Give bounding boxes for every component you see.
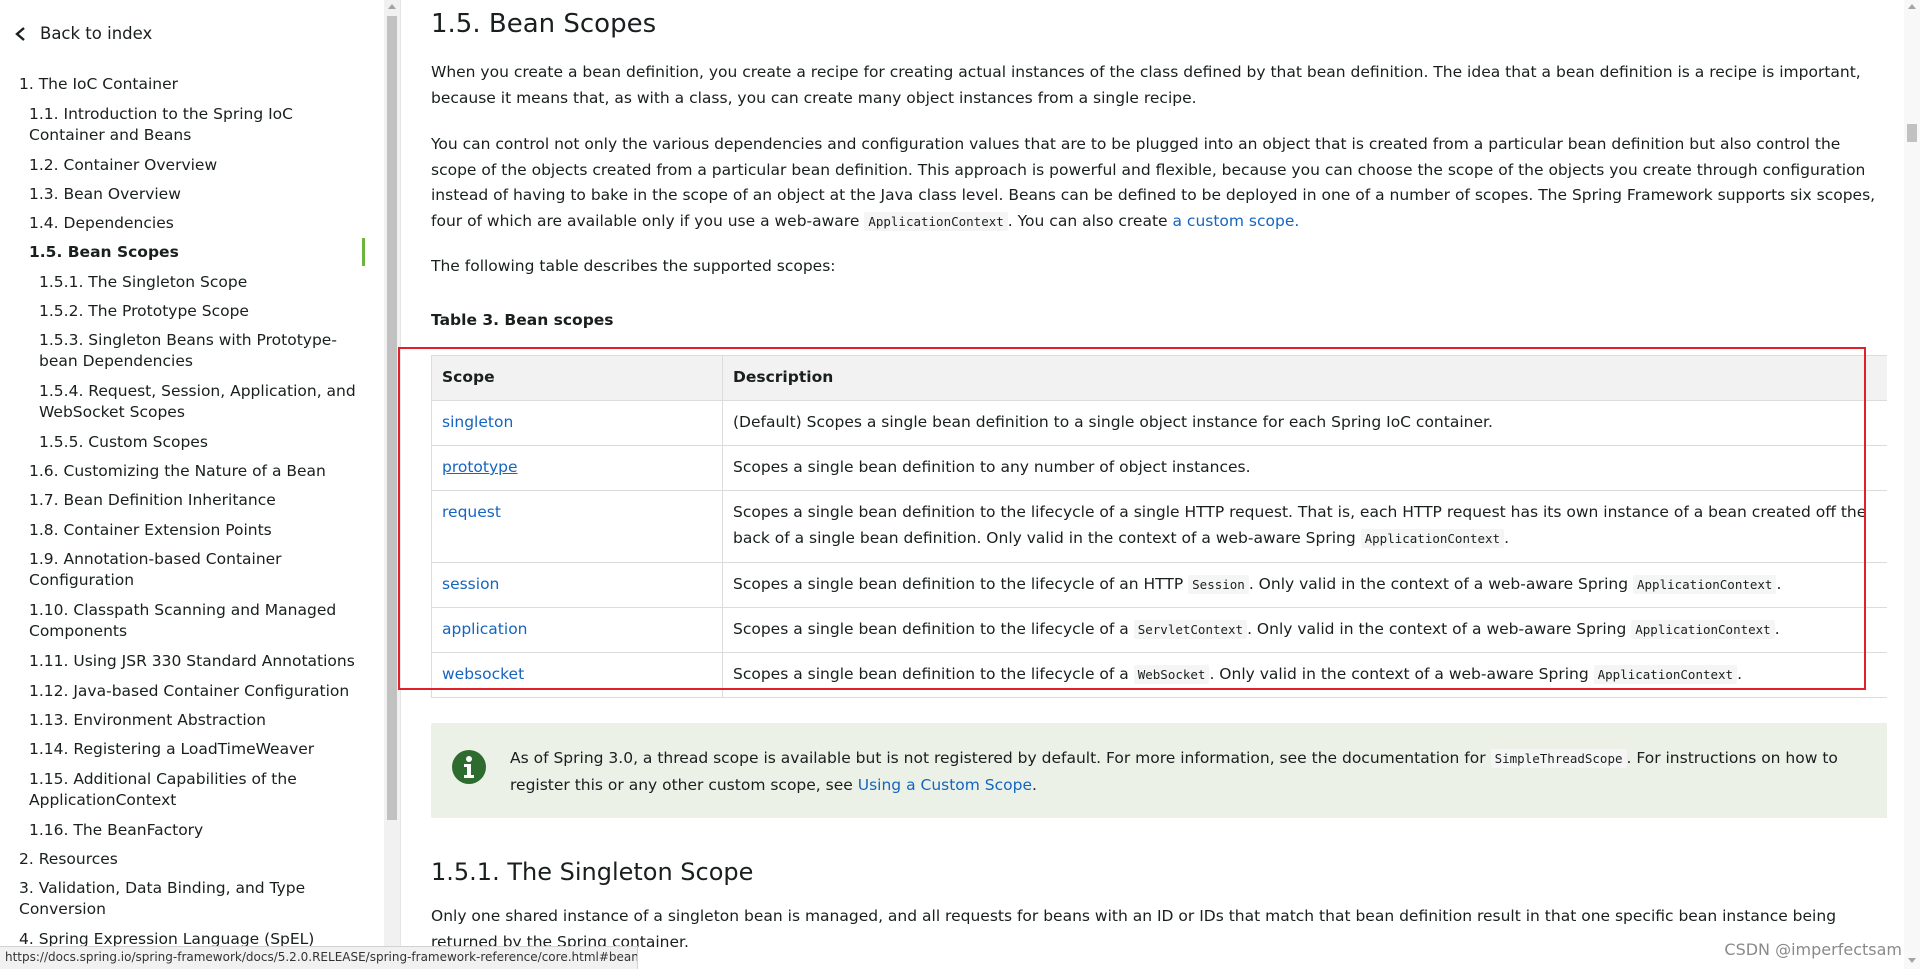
toc-item-1-9[interactable]: 1.9. Annotation-based Container Configur…	[29, 549, 359, 591]
desc-request-code: ApplicationContext	[1360, 528, 1505, 548]
toc-item-1-1[interactable]: 1.1. Introduction to the Spring IoC Cont…	[29, 104, 359, 146]
table-row: application Scopes a single bean definit…	[431, 607, 1887, 653]
note-text-after: .	[1032, 776, 1037, 794]
toc-item-1-5-2[interactable]: 1.5.2. The Prototype Scope	[39, 301, 359, 322]
desc-session-mid: . Only valid in the context of a web-awa…	[1248, 575, 1629, 593]
main-content: 1.5. Bean Scopes When you create a bean …	[431, 0, 1887, 969]
desc-websocket-mid: . Only valid in the context of a web-awa…	[1209, 665, 1589, 683]
table-caption: Table 3. Bean scopes	[431, 311, 614, 329]
scope-link-application[interactable]: application	[442, 620, 528, 638]
toc-item-1-5-active[interactable]: 1.5. Bean Scopes	[29, 242, 359, 263]
intro-paragraph-2: You can control not only the various dep…	[431, 132, 1887, 234]
desc-application-text: Scopes a single bean definition to the l…	[733, 620, 1129, 638]
scope-link-websocket[interactable]: websocket	[442, 665, 524, 683]
intro-p2-mid: . You can also create	[1007, 211, 1168, 230]
toc-item-validation[interactable]: 3. Validation, Data Binding, and Type Co…	[19, 878, 319, 920]
toc-item-1-10[interactable]: 1.10. Classpath Scanning and Managed Com…	[29, 600, 359, 642]
toc-item-ioc-container[interactable]: 1. The IoC Container	[19, 74, 359, 95]
desc-prototype: Scopes a single bean definition to any n…	[722, 445, 1887, 491]
toc-item-resources[interactable]: 2. Resources	[19, 849, 359, 870]
desc-application-code2: ApplicationContext	[1631, 620, 1775, 639]
table-row: websocket Scopes a single bean definitio…	[431, 652, 1887, 698]
table-row: session Scopes a single bean definition …	[431, 562, 1887, 608]
toc-item-1-8[interactable]: 1.8. Container Extension Points	[29, 520, 359, 541]
info-admonition: As of Spring 3.0, a thread scope is avai…	[431, 723, 1887, 818]
header-description: Description	[722, 355, 1887, 401]
desc-application-code1: ServletContext	[1133, 620, 1248, 639]
scroll-up-arrow-icon[interactable]	[388, 4, 396, 9]
desc-request-end: .	[1504, 528, 1510, 547]
toc-item-1-13[interactable]: 1.13. Environment Abstraction	[29, 710, 359, 731]
chevron-left-icon	[15, 26, 25, 41]
toc-item-1-16[interactable]: 1.16. The BeanFactory	[29, 820, 359, 841]
table-row: singleton (Default) Scopes a single bean…	[431, 400, 1887, 446]
toc-item-1-3[interactable]: 1.3. Bean Overview	[29, 184, 359, 205]
toc-item-1-15[interactable]: 1.15. Additional Capabilities of the App…	[29, 769, 329, 811]
section-subtitle: 1.5.1. The Singleton Scope	[431, 858, 754, 886]
intro-paragraph-1: When you create a bean definition, you c…	[431, 63, 1861, 107]
desc-session-end: .	[1776, 575, 1782, 593]
custom-scope-link[interactable]: a custom scope.	[1173, 212, 1300, 230]
active-indicator	[362, 238, 365, 266]
desc-application-end: .	[1774, 620, 1780, 638]
header-scope: Scope	[431, 355, 723, 401]
toc-item-1-12[interactable]: 1.12. Java-based Container Configuration	[29, 681, 359, 702]
intro-paragraph-3: The following table describes the suppor…	[431, 257, 836, 275]
desc-application-mid: . Only valid in the context of a web-awa…	[1247, 620, 1627, 638]
toc-item-1-11[interactable]: 1.11. Using JSR 330 Standard Annotations	[29, 651, 359, 672]
scope-link-prototype[interactable]: prototype	[442, 458, 518, 476]
desc-websocket-text: Scopes a single bean definition to the l…	[733, 665, 1129, 683]
toc-item-1-7[interactable]: 1.7. Bean Definition Inheritance	[29, 490, 359, 511]
desc-session: Scopes a single bean definition to the l…	[722, 562, 1887, 608]
sidebar-scrollbar-thumb[interactable]	[387, 16, 397, 820]
bean-scopes-table: Scope Description singleton (Default) Sc…	[431, 355, 1887, 698]
desc-request-text: Scopes a single bean definition to the l…	[733, 503, 1867, 547]
sidebar-scrollbar[interactable]	[384, 0, 400, 969]
back-to-index-link[interactable]: Back to index	[14, 24, 152, 43]
toc-item-1-5-3[interactable]: 1.5.3. Singleton Beans with Prototype-be…	[39, 330, 359, 372]
desc-request: Scopes a single bean definition to the l…	[722, 490, 1887, 563]
note-text: As of Spring 3.0, a thread scope is avai…	[510, 745, 1870, 798]
toc-item-1-5-4[interactable]: 1.5.4. Request, Session, Application, an…	[39, 381, 359, 423]
table-header-row: Scope Description	[431, 355, 1887, 401]
toc-item-1-14[interactable]: 1.14. Registering a LoadTimeWeaver	[29, 739, 359, 760]
table-row: prototype Scopes a single bean definitio…	[431, 445, 1887, 491]
scope-link-session[interactable]: session	[442, 575, 499, 593]
sidebar-divider	[400, 0, 401, 969]
desc-websocket-code2: ApplicationContext	[1593, 665, 1738, 684]
desc-singleton: (Default) Scopes a single bean definitio…	[722, 400, 1887, 446]
intro-p2-code: ApplicationContext	[864, 211, 1008, 231]
toc-item-1-6[interactable]: 1.6. Customizing the Nature of a Bean	[29, 461, 359, 482]
singleton-paragraph: Only one shared instance of a singleton …	[431, 907, 1837, 951]
desc-websocket-code1: WebSocket	[1133, 665, 1210, 684]
desc-session-text: Scopes a single bean definition to the l…	[733, 575, 1184, 593]
main-scrollbar[interactable]	[1904, 0, 1920, 969]
desc-session-code1: Session	[1188, 575, 1249, 594]
scroll-up-arrow-icon[interactable]	[1908, 4, 1916, 9]
desc-session-code2: ApplicationContext	[1633, 575, 1777, 594]
note-text-before: As of Spring 3.0, a thread scope is avai…	[510, 749, 1486, 767]
desc-application: Scopes a single bean definition to the l…	[722, 607, 1887, 653]
toc-item-1-2[interactable]: 1.2. Container Overview	[29, 155, 359, 176]
watermark: CSDN @imperfectsam	[1724, 940, 1902, 959]
page-title: 1.5. Bean Scopes	[431, 9, 657, 39]
toc-item-1-5-5[interactable]: 1.5.5. Custom Scopes	[39, 432, 359, 453]
main-scrollbar-thumb[interactable]	[1907, 124, 1917, 142]
desc-websocket: Scopes a single bean definition to the l…	[722, 652, 1887, 698]
toc-item-1-4[interactable]: 1.4. Dependencies	[29, 213, 359, 234]
toc-item-1-5-1[interactable]: 1.5.1. The Singleton Scope	[39, 272, 359, 293]
scope-link-request[interactable]: request	[442, 503, 501, 521]
scroll-down-arrow-icon[interactable]	[1908, 958, 1916, 963]
back-label: Back to index	[40, 24, 153, 43]
sidebar: Back to index 1. The IoC Container 1.1. …	[0, 0, 384, 969]
table-row: request Scopes a single bean definition …	[431, 490, 1887, 563]
scope-link-singleton[interactable]: singleton	[442, 413, 513, 431]
note-code: SimpleThreadScope	[1490, 749, 1627, 768]
using-custom-scope-link[interactable]: Using a Custom Scope	[858, 776, 1032, 794]
status-bar-url: https://docs.spring.io/spring-framework/…	[0, 946, 638, 969]
desc-websocket-end: .	[1737, 665, 1743, 683]
info-icon	[452, 750, 486, 784]
